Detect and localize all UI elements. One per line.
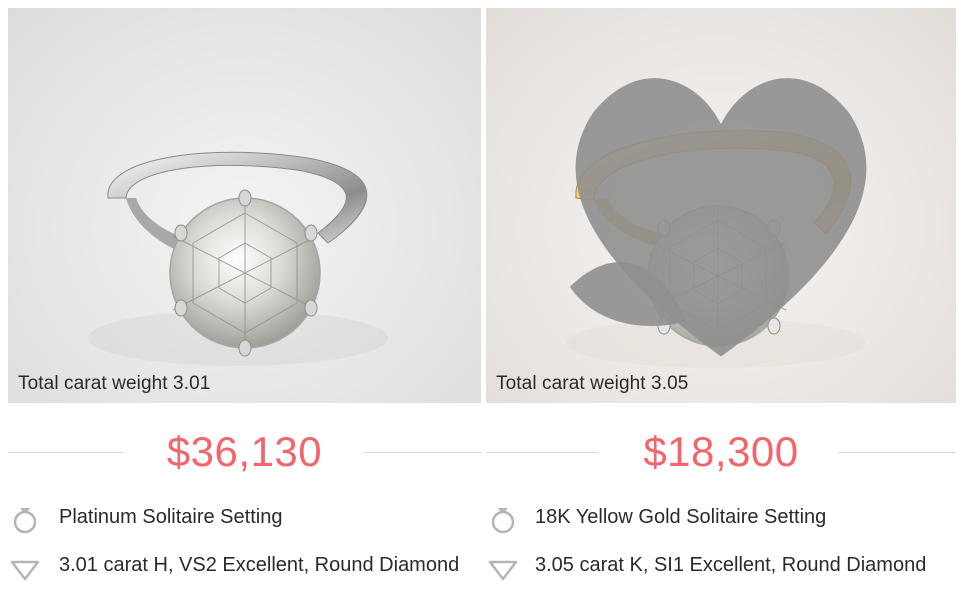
product-card-1[interactable]: Total carat weight 3.01 $36,130 Platinum… bbox=[8, 0, 481, 614]
price: $36,130 bbox=[166, 428, 323, 475]
platinum-ring-image bbox=[88, 151, 388, 366]
setting-name: 18K Yellow Gold Solitaire Setting bbox=[535, 506, 827, 528]
diamond-details: 3.01 carat H, VS2 Excellent, Round Diamo… bbox=[59, 554, 460, 576]
diamond-icon bbox=[10, 560, 40, 581]
ring-icon bbox=[13, 508, 37, 534]
heart-favorite-icon[interactable] bbox=[486, 8, 956, 403]
price-row: $18,300 bbox=[486, 425, 956, 479]
setting-name: Platinum Solitaire Setting bbox=[59, 506, 283, 528]
total-carat-weight-label: Total carat weight 3.01 bbox=[18, 373, 211, 394]
setting-spec: 18K Yellow Gold Solitaire Setting bbox=[486, 502, 956, 536]
ring-photo-yellow-gold[interactable]: Total carat weight 3.05 bbox=[486, 8, 956, 403]
product-card-2[interactable]: Total carat weight 3.05 $18,300 18K Yell… bbox=[486, 0, 956, 614]
diamond-icon bbox=[488, 560, 518, 581]
diamond-details: 3.05 carat K, SI1 Excellent, Round Diamo… bbox=[535, 554, 927, 576]
price-row: $36,130 bbox=[8, 425, 481, 479]
ring-icon bbox=[491, 508, 515, 534]
setting-spec: Platinum Solitaire Setting bbox=[8, 502, 481, 536]
price: $18,300 bbox=[643, 428, 799, 475]
ring-photo-platinum[interactable]: Total carat weight 3.01 bbox=[8, 8, 481, 403]
diamond-spec: 3.05 carat K, SI1 Excellent, Round Diamo… bbox=[486, 550, 956, 584]
diamond-spec: 3.01 carat H, VS2 Excellent, Round Diamo… bbox=[8, 550, 481, 584]
